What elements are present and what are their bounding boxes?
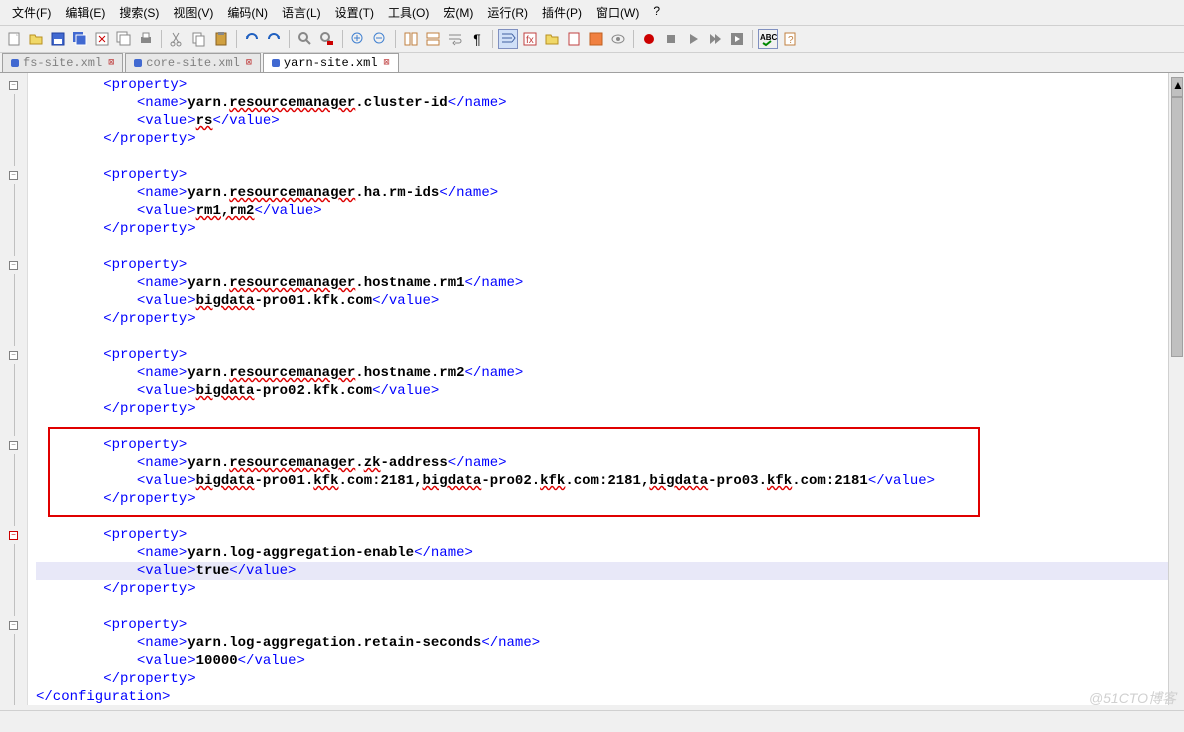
menu-item[interactable]: 语言(L) — [276, 2, 327, 23]
menu-item[interactable]: 宏(M) — [437, 2, 479, 23]
find-icon[interactable] — [295, 29, 315, 49]
svg-text:ABC: ABC — [760, 33, 777, 42]
doc-list-icon[interactable] — [586, 29, 606, 49]
save-all-icon[interactable] — [70, 29, 90, 49]
cut-icon[interactable] — [167, 29, 187, 49]
play-multi-icon[interactable] — [705, 29, 725, 49]
sync-v-icon[interactable] — [401, 29, 421, 49]
toolbar: ¶ fx ABC ? — [0, 26, 1184, 53]
menu-item[interactable]: 搜索(S) — [113, 2, 165, 23]
file-tab[interactable]: fs-site.xml ⊠ — [2, 53, 123, 72]
file-icon — [134, 59, 142, 67]
separator — [161, 30, 162, 48]
sync-h-icon[interactable] — [423, 29, 443, 49]
svg-text:?: ? — [788, 35, 794, 46]
separator — [492, 30, 493, 48]
zoom-in-icon[interactable] — [348, 29, 368, 49]
stop-icon[interactable] — [661, 29, 681, 49]
file-icon — [272, 59, 280, 67]
copy-icon[interactable] — [189, 29, 209, 49]
menu-item[interactable]: 视图(V) — [167, 2, 219, 23]
menu-item[interactable]: 编码(N) — [221, 2, 274, 23]
separator — [342, 30, 343, 48]
separator — [236, 30, 237, 48]
scroll-up-arrow[interactable]: ▲ — [1171, 77, 1183, 97]
file-tab[interactable]: yarn-site.xml ⊠ — [263, 53, 399, 72]
separator — [752, 30, 753, 48]
menu-item[interactable]: 编辑(E) — [59, 2, 111, 23]
status-bar — [0, 710, 1184, 732]
save-macro-icon[interactable] — [727, 29, 747, 49]
file-icon — [11, 59, 19, 67]
undo-icon[interactable] — [242, 29, 262, 49]
spellcheck-icon[interactable]: ABC — [758, 29, 778, 49]
menu-bar: 文件(F)编辑(E)搜索(S)视图(V)编码(N)语言(L)设置(T)工具(O)… — [0, 0, 1184, 26]
play-icon[interactable] — [683, 29, 703, 49]
tab-close-icon[interactable]: ⊠ — [246, 57, 252, 69]
fold-gutter[interactable]: −−−−−−− — [0, 73, 28, 705]
separator — [633, 30, 634, 48]
separator — [395, 30, 396, 48]
close-all-icon[interactable] — [114, 29, 134, 49]
print-icon[interactable] — [136, 29, 156, 49]
file-tab[interactable]: core-site.xml ⊠ — [125, 53, 261, 72]
menu-item[interactable]: 工具(O) — [382, 2, 435, 23]
menu-item[interactable]: 插件(P) — [536, 2, 588, 23]
new-file-icon[interactable] — [4, 29, 24, 49]
menu-item[interactable]: 运行(R) — [481, 2, 534, 23]
open-file-icon[interactable] — [26, 29, 46, 49]
menu-item[interactable]: 窗口(W) — [590, 2, 645, 23]
replace-icon[interactable] — [317, 29, 337, 49]
tab-bar: fs-site.xml ⊠ core-site.xml ⊠ yarn-site.xml ⊠ — [0, 53, 1184, 73]
monitor-icon[interactable] — [608, 29, 628, 49]
folder-icon[interactable] — [542, 29, 562, 49]
svg-text:fx: fx — [526, 35, 534, 46]
doc-map-icon[interactable] — [564, 29, 584, 49]
func-list-icon[interactable]: fx — [520, 29, 540, 49]
separator — [289, 30, 290, 48]
menu-item[interactable]: 设置(T) — [329, 2, 380, 23]
code-area[interactable]: <property> <name>yarn.resourcemanager.cl… — [28, 73, 1184, 705]
close-icon[interactable] — [92, 29, 112, 49]
indent-guide-icon[interactable] — [498, 29, 518, 49]
zoom-out-icon[interactable] — [370, 29, 390, 49]
menu-item[interactable]: 文件(F) — [6, 2, 57, 23]
tab-close-icon[interactable]: ⊠ — [108, 57, 114, 69]
redo-icon[interactable] — [264, 29, 284, 49]
scroll-thumb[interactable] — [1171, 97, 1183, 357]
tab-close-icon[interactable]: ⊠ — [384, 57, 390, 69]
save-icon[interactable] — [48, 29, 68, 49]
vertical-scrollbar[interactable]: ▲ — [1168, 73, 1184, 705]
tab-label: core-site.xml — [146, 56, 240, 70]
help-icon[interactable]: ? — [780, 29, 800, 49]
tab-label: yarn-site.xml — [284, 56, 378, 70]
paste-icon[interactable] — [211, 29, 231, 49]
menu-item[interactable]: ? — [647, 2, 666, 23]
wordwrap-icon[interactable] — [445, 29, 465, 49]
editor[interactable]: −−−−−−− <property> <name>yarn.resourcema… — [0, 73, 1184, 705]
record-icon[interactable] — [639, 29, 659, 49]
tab-label: fs-site.xml — [23, 56, 102, 70]
show-all-chars-icon[interactable]: ¶ — [467, 29, 487, 49]
